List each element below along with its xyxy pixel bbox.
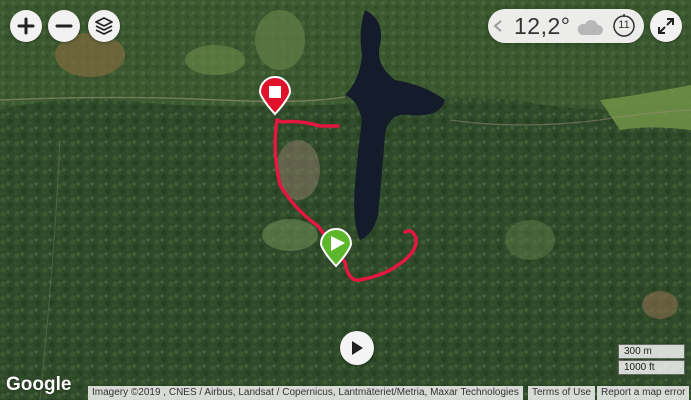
fullscreen-button[interactable] <box>650 10 682 42</box>
zoom-out-icon <box>55 24 73 28</box>
zoom-in-button[interactable] <box>10 10 42 42</box>
google-logo: Google <box>6 374 72 395</box>
layers-button[interactable] <box>88 10 120 42</box>
cloud-icon <box>577 20 603 35</box>
imagery-attribution: Imagery ©2019 , CNES / Airbus, Landsat /… <box>88 386 523 400</box>
zoom-in-icon <box>17 17 35 35</box>
temperature: 12,2° <box>514 13 571 39</box>
stop-icon <box>269 86 281 98</box>
time-forecast-badge[interactable]: 11 <box>612 13 636 37</box>
report-map-error-link[interactable]: Report a map error <box>597 386 690 400</box>
terms-of-use-link[interactable]: Terms of Use <box>528 386 595 400</box>
play-icon <box>352 341 363 355</box>
fullscreen-icon <box>658 18 674 34</box>
scale-metric: 300 m <box>618 344 685 359</box>
scale-imperial: 1000 ft <box>618 360 685 375</box>
chevron-left-icon[interactable] <box>492 19 504 33</box>
forecast-hour: 11 <box>618 19 630 31</box>
zoom-out-button[interactable] <box>48 10 80 42</box>
weather-widget: 12,2° 11 <box>488 9 644 43</box>
layers-icon <box>95 17 113 35</box>
play-button[interactable] <box>340 331 374 365</box>
